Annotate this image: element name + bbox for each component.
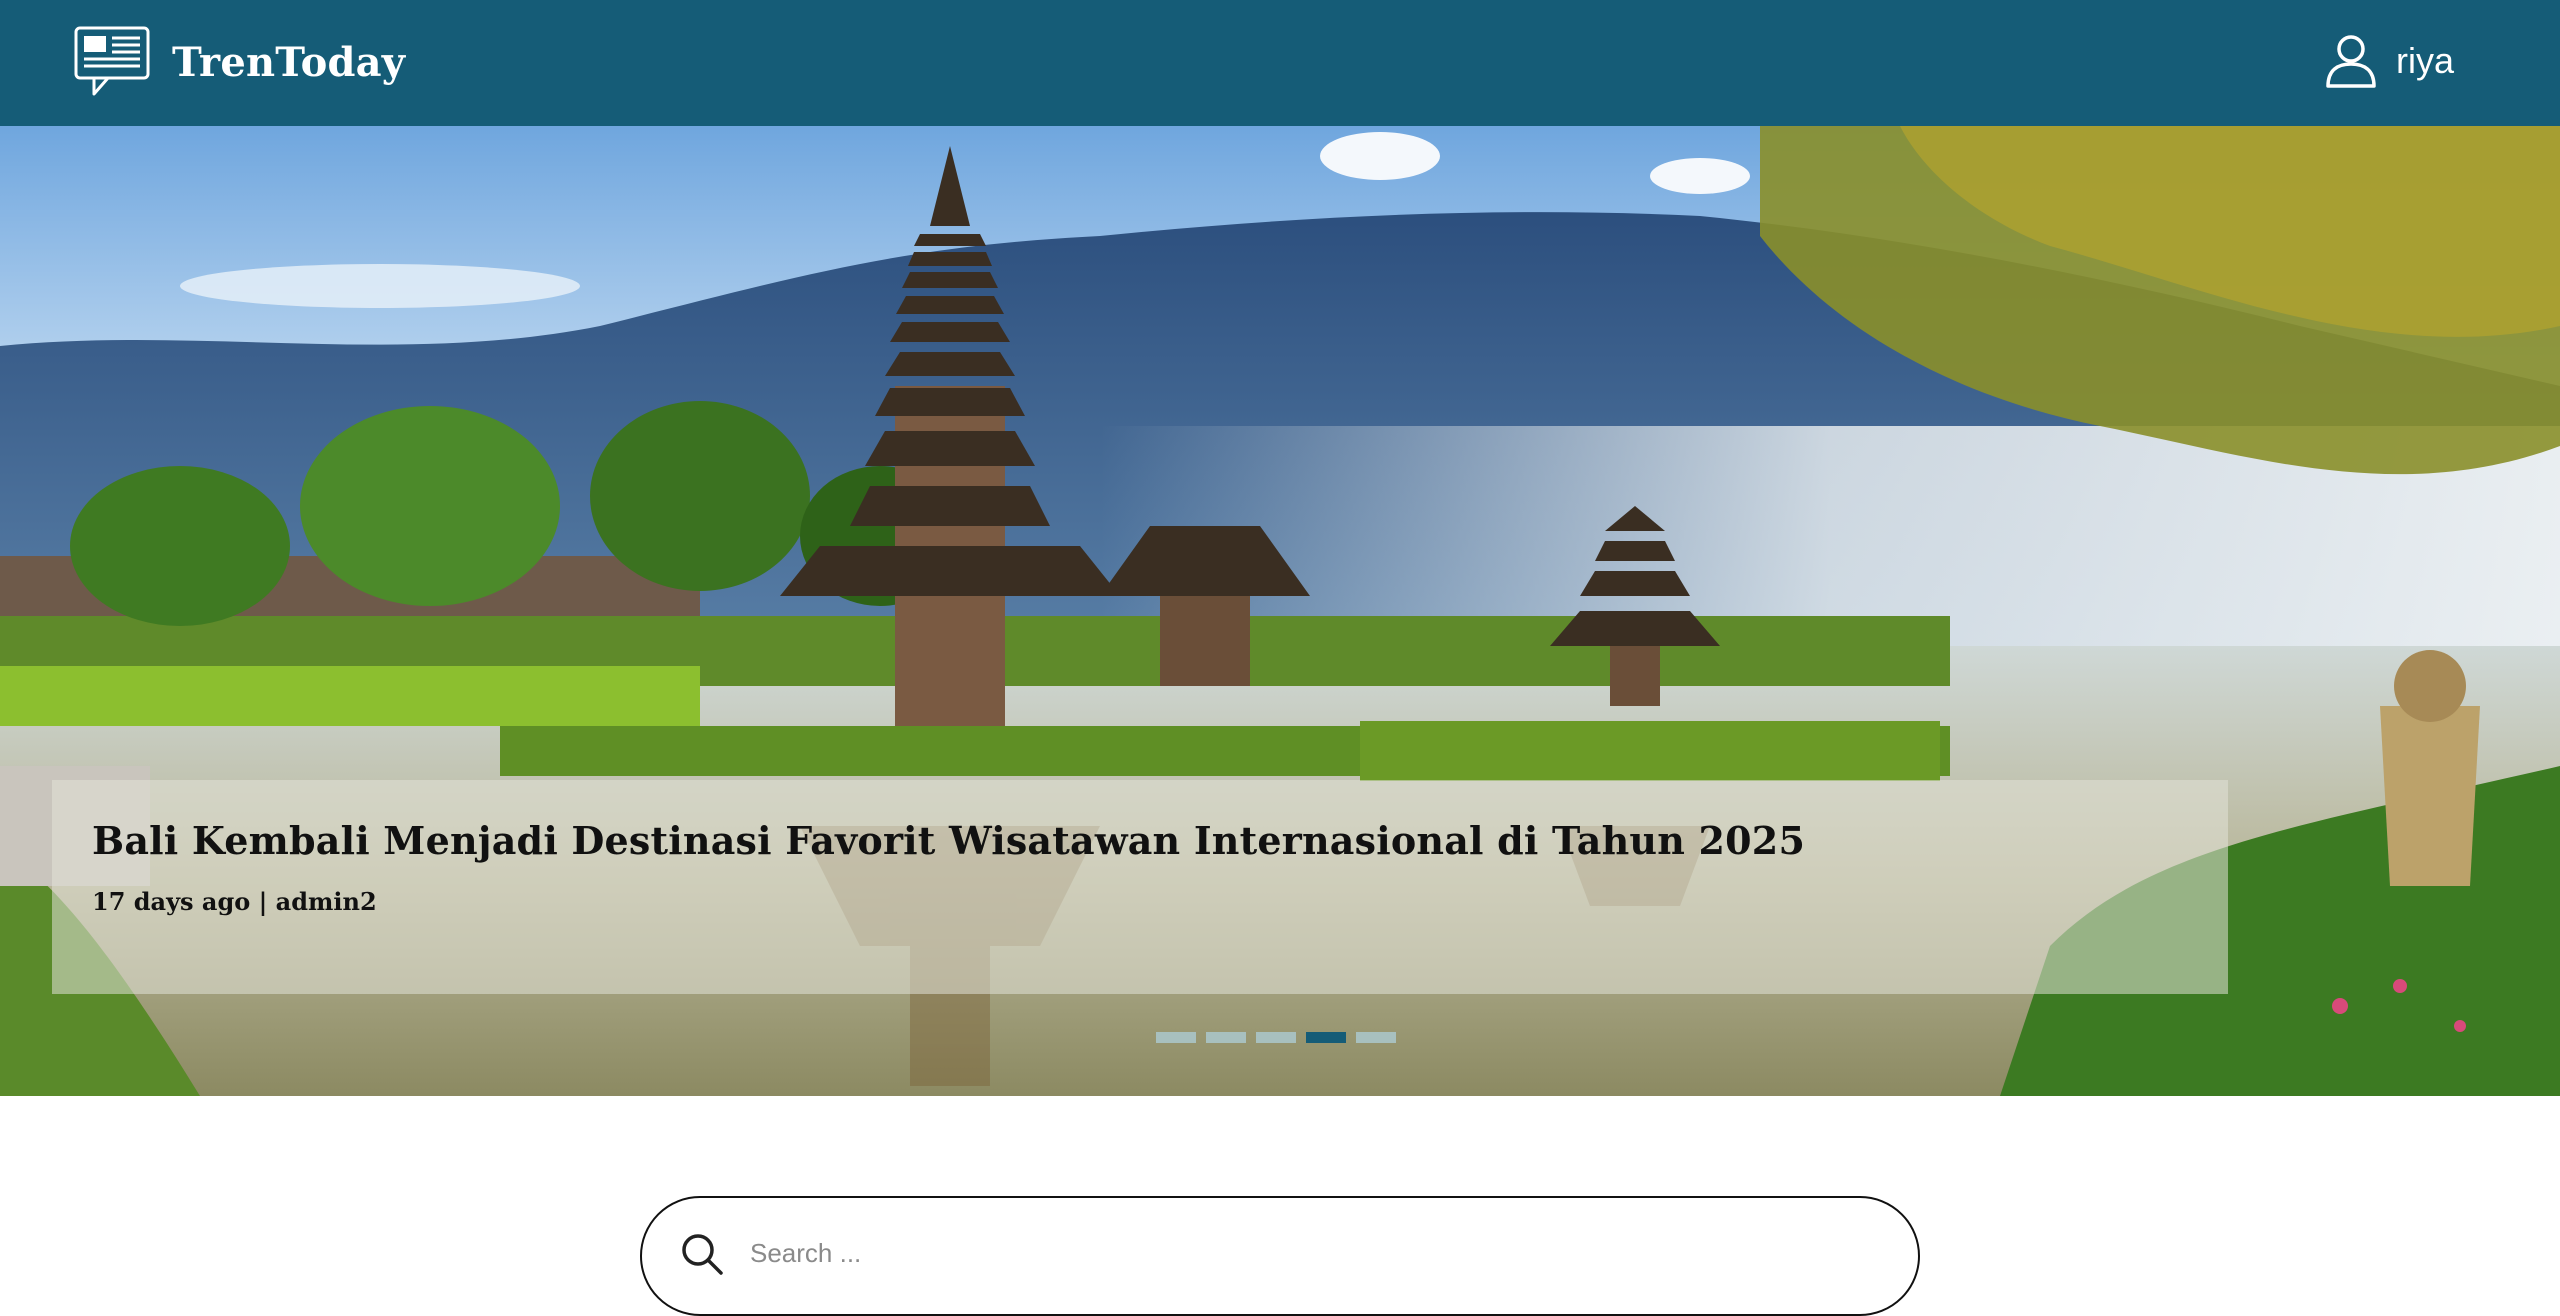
slider-pagination — [1156, 1032, 1396, 1043]
user-name: riya — [2395, 40, 2454, 81]
slide-caption[interactable]: Bali Kembali Menjadi Destinasi Favorit W… — [52, 780, 2228, 994]
slide-dot-3[interactable] — [1256, 1032, 1296, 1043]
article-meta: 17 days ago | admin2 — [92, 887, 377, 916]
search-icon[interactable] — [680, 1232, 724, 1276]
top-navbar: TrenToday riya — [0, 0, 2560, 126]
slide-dot-5[interactable] — [1356, 1032, 1396, 1043]
slide-dot-1[interactable] — [1156, 1032, 1196, 1043]
user-icon — [2326, 35, 2376, 88]
brand-name: TrenToday — [172, 38, 406, 86]
search-input[interactable] — [750, 1224, 1850, 1282]
slide-dot-2[interactable] — [1206, 1032, 1246, 1043]
search-bar[interactable] — [640, 1196, 1920, 1316]
article-title[interactable]: Bali Kembali Menjadi Destinasi Favorit W… — [92, 818, 2188, 863]
slide-dot-4[interactable] — [1306, 1032, 1346, 1043]
newspaper-icon — [74, 26, 150, 96]
user-menu[interactable]: riya — [2324, 34, 2454, 88]
brand-logo-link[interactable]: TrenToday — [74, 26, 405, 98]
hero-slider[interactable]: Bali Kembali Menjadi Destinasi Favorit W… — [0, 126, 2560, 1096]
